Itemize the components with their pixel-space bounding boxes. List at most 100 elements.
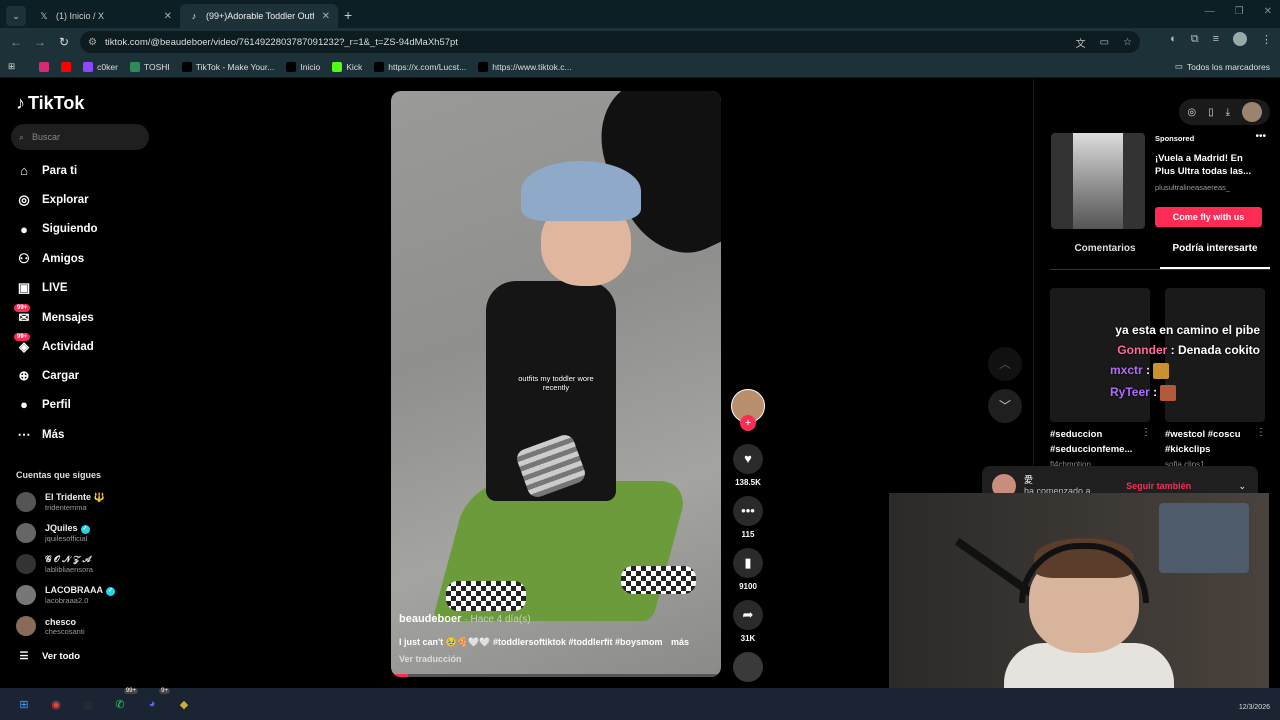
- following-account[interactable]: chesco chescosanti: [16, 616, 85, 636]
- share-button[interactable]: ➦ 31K: [733, 600, 763, 643]
- tab-recommended[interactable]: Podría interesarte: [1160, 243, 1270, 269]
- nav-item-cargar[interactable]: ⊕ Cargar: [16, 368, 80, 384]
- account-handle: jquilesofficial: [45, 533, 88, 543]
- bookmark-item[interactable]: TikTok - Make Your...: [181, 61, 274, 72]
- browser-tab[interactable]: 𝕏 (1) Inicio / X ✕: [30, 4, 180, 28]
- download-icon[interactable]: ⤓: [1226, 107, 1230, 118]
- nav-item-para-ti[interactable]: ⌂ Para ti: [16, 163, 77, 178]
- bookmark-item[interactable]: TOSHI: [129, 61, 170, 72]
- profile-avatar[interactable]: [1233, 32, 1247, 46]
- nav-item-actividad[interactable]: ◈ 99+ Actividad: [14, 332, 94, 355]
- more-icon: ⋯: [17, 426, 31, 442]
- close-tab-icon[interactable]: ✕: [322, 11, 330, 22]
- nav-item-live[interactable]: ▣ LIVE: [16, 280, 68, 296]
- close-window-icon[interactable]: ✕: [1264, 6, 1272, 17]
- browser-tab-active[interactable]: ♪ (99+)Adorable Toddler Outfits ✕: [180, 4, 338, 28]
- whatsapp-icon[interactable]: ✆ 99+: [108, 688, 138, 716]
- tab-search-icon[interactable]: ⌄: [6, 6, 26, 26]
- chevron-down-icon[interactable]: ﹀: [988, 389, 1022, 423]
- discord-icon[interactable]: ◕ 9+: [140, 688, 170, 716]
- more-vertical-icon[interactable]: ⋮: [1141, 427, 1151, 438]
- ad-thumbnail[interactable]: [1051, 133, 1145, 229]
- more-link[interactable]: más: [671, 637, 689, 647]
- see-all-button[interactable]: ☰ Ver todo: [16, 651, 81, 662]
- like-button[interactable]: ♥ 138.5K: [733, 444, 763, 487]
- translate-icon[interactable]: 文: [1076, 35, 1086, 50]
- reading-list-icon[interactable]: ≡: [1213, 33, 1219, 45]
- tab-comments[interactable]: Comentarios: [1050, 243, 1160, 269]
- ad-cta-button[interactable]: Come fly with us: [1155, 207, 1262, 227]
- nav-item-más[interactable]: ⋯ Más: [16, 426, 65, 443]
- ad-title[interactable]: ¡Vuela a Madrid! En Plus Ultra todas las…: [1155, 152, 1265, 178]
- bookmark-item[interactable]: c0ker: [83, 61, 118, 72]
- sound-disc-icon[interactable]: [733, 652, 763, 682]
- logo-text: TikTok: [28, 93, 85, 113]
- recommended-caption[interactable]: #seduccion #seduccionfeme...: [1050, 427, 1145, 457]
- tab-title: (99+)Adorable Toddler Outfits: [206, 11, 314, 21]
- bookmark-item[interactable]: Kick: [332, 61, 362, 72]
- nav-label: Amigos: [42, 252, 85, 265]
- phone-icon[interactable]: ▯: [1208, 107, 1214, 118]
- following-account[interactable]: 𝒢 𝒪 𝒩 𝒵 𝒜lablibliaensora: [16, 554, 93, 574]
- nav-item-perfil[interactable]: ● Perfil: [16, 397, 71, 412]
- follow-back-button[interactable]: Seguir también: [1126, 481, 1191, 491]
- tiktok-logo[interactable]: ♪ TikTok: [16, 93, 84, 114]
- translate-link[interactable]: Ver traducción: [399, 654, 462, 664]
- nav-label: Para ti: [42, 164, 78, 177]
- windows-start-icon[interactable]: ⊞: [12, 692, 36, 716]
- following-account[interactable]: JQuiles ✓ jquilesofficial: [16, 523, 90, 543]
- forward-icon[interactable]: →: [28, 35, 52, 49]
- bookmark-item[interactable]: https://www.tiktok.c...: [478, 61, 572, 72]
- bookmark-item[interactable]: Inicio: [286, 61, 320, 72]
- bookmark-item[interactable]: [61, 61, 72, 72]
- menu-kebab-icon[interactable]: ⋮: [1261, 33, 1272, 46]
- minimize-icon[interactable]: —: [1205, 6, 1215, 17]
- tab-title: (1) Inicio / X: [56, 11, 105, 21]
- follow-plus-icon[interactable]: +: [740, 415, 756, 431]
- account-handle: tridentemma: [45, 503, 87, 512]
- chat-message: ya esta en camino el pibe: [1100, 323, 1260, 337]
- nav-item-explorar[interactable]: ◎ Explorar: [16, 192, 88, 208]
- address-bar[interactable]: ⚙ tiktok.com/@beaudeboer/video/761492280…: [80, 31, 1140, 53]
- reload-icon[interactable]: ↻: [52, 35, 76, 49]
- close-tab-icon[interactable]: ✕: [164, 11, 172, 22]
- app-icon[interactable]: ◆: [172, 692, 196, 716]
- nav-item-amigos[interactable]: ⚇ Amigos: [16, 251, 84, 267]
- back-icon[interactable]: ←: [4, 35, 28, 49]
- following-account[interactable]: El Tridente 🔱 tridentemma: [16, 492, 105, 512]
- site-info-icon[interactable]: ⚙: [88, 37, 97, 48]
- nav-item-siguiendo[interactable]: ● Siguiendo: [16, 222, 98, 237]
- bookmark-item[interactable]: https://x.com/Lucst...: [374, 61, 466, 72]
- twitch-icon: [83, 61, 94, 72]
- video-player[interactable]: outfits my toddler wore recently beaudeb…: [391, 91, 721, 677]
- maximize-icon[interactable]: ❐: [1235, 6, 1244, 17]
- comment-button[interactable]: ••• 115: [733, 496, 763, 539]
- extensions-puzzle-icon[interactable]: ⧉: [1191, 33, 1199, 46]
- ad-more-icon[interactable]: •••: [1255, 131, 1266, 142]
- recommended-caption[interactable]: #westcol #coscu #kickclips: [1165, 427, 1250, 457]
- bookmark-star-icon[interactable]: ☆: [1123, 37, 1132, 48]
- all-bookmarks[interactable]: ▭ Todos los marcadores: [1175, 61, 1270, 72]
- obs-icon[interactable]: ◍: [76, 692, 100, 716]
- chevron-up-icon[interactable]: ︿: [988, 347, 1022, 381]
- chevron-down-icon[interactable]: ⌄: [1238, 481, 1246, 492]
- extension-icon[interactable]: ◐: [1170, 33, 1177, 45]
- video-author[interactable]: beaudeboer · Hace 4 día(s): [399, 613, 531, 625]
- apps-grid-icon[interactable]: ⊞: [8, 61, 15, 72]
- compass-icon: ◎: [18, 192, 30, 208]
- chat-message: mxctr :: [1100, 363, 1260, 379]
- coin-icon[interactable]: ◎: [1187, 107, 1196, 118]
- more-vertical-icon[interactable]: ⋮: [1256, 427, 1266, 438]
- cast-icon[interactable]: ▭: [1100, 37, 1109, 48]
- save-button[interactable]: ▮ 9100: [733, 548, 763, 591]
- chrome-icon[interactable]: ◉: [44, 692, 68, 716]
- account-name: 𝒢 𝒪 𝒩 𝒵 𝒜: [45, 554, 92, 564]
- search-input[interactable]: ⌕ Buscar: [11, 124, 149, 150]
- following-account[interactable]: LACOBRAAA ✓ lacobraaa2.0: [16, 585, 115, 605]
- bookmark-item[interactable]: [39, 61, 50, 72]
- nav-item-mensajes[interactable]: ✉ 99+ Mensajes: [14, 303, 94, 326]
- user-avatar[interactable]: [1242, 102, 1262, 122]
- ad-handle[interactable]: plusultralineasaereas_: [1155, 183, 1230, 192]
- video-progress-bar[interactable]: [391, 674, 721, 677]
- new-tab-button[interactable]: +: [344, 7, 352, 23]
